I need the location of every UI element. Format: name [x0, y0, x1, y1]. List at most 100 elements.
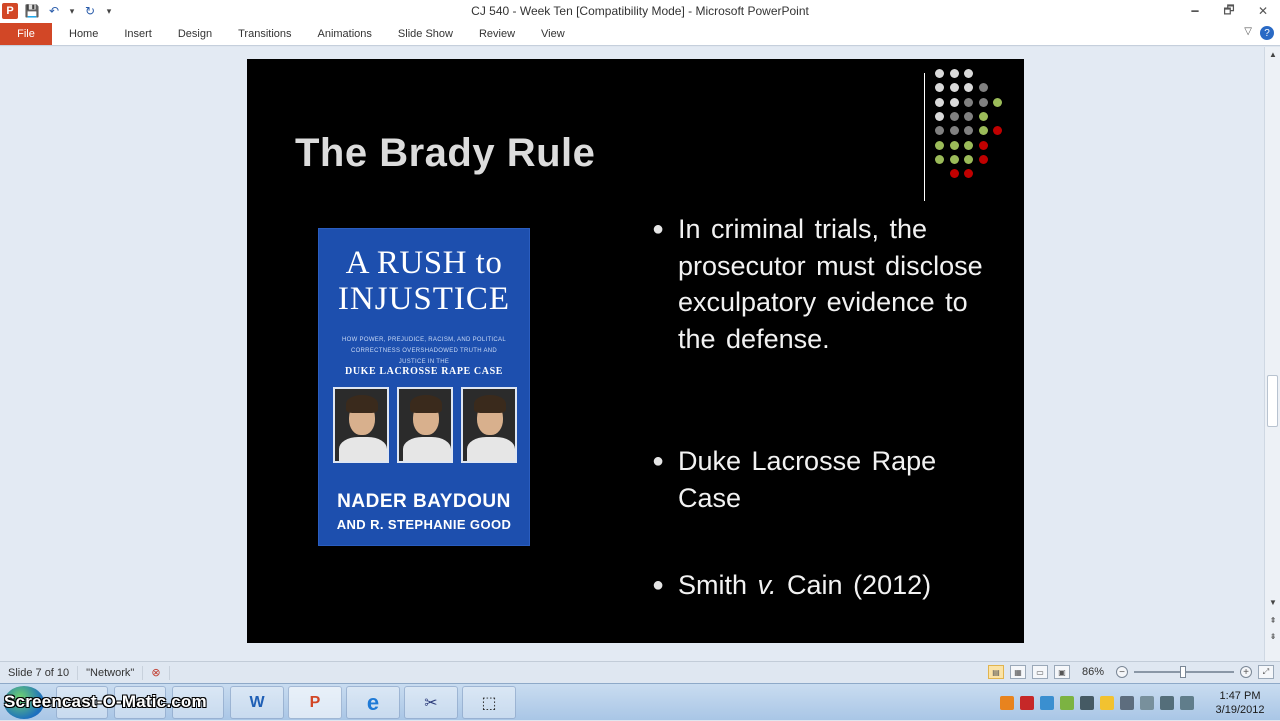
taskbar-word-button[interactable]: W	[230, 686, 284, 719]
decorative-dot	[949, 140, 959, 150]
decorative-dot	[964, 126, 973, 136]
decorative-dot	[935, 97, 944, 107]
powerpoint-app-icon[interactable]: P	[2, 3, 18, 19]
decorative-dot	[964, 111, 973, 121]
tray-signal-icon[interactable]	[1160, 695, 1174, 710]
tray-update-icon[interactable]	[1060, 695, 1074, 710]
tab-insert[interactable]: Insert	[111, 23, 165, 45]
theme-name: "Network"	[78, 665, 144, 680]
taskbar-snipping-tool-button[interactable]: ✂	[404, 686, 458, 719]
minimize-icon[interactable]: 🗕	[1178, 0, 1212, 22]
decorative-dot	[978, 111, 988, 121]
close-icon[interactable]: ✕	[1246, 0, 1280, 22]
bullet-text: Smith v. Cain (2012)	[678, 570, 932, 600]
decorative-dot	[978, 97, 988, 107]
scrollbar-thumb[interactable]	[1267, 375, 1278, 427]
fit-to-window-icon[interactable]: ⤢	[1258, 665, 1274, 679]
scroll-down-icon[interactable]: ▼	[1265, 595, 1280, 609]
system-tray: 1:47 PM 3/19/2012	[1000, 684, 1280, 721]
spellcheck-icon[interactable]: ⊗	[143, 665, 170, 680]
clock-time: 1:47 PM	[1219, 689, 1261, 702]
taskbar-clock[interactable]: 1:47 PM 3/19/2012	[1208, 689, 1272, 717]
tray-monitor-icon[interactable]	[1080, 695, 1094, 710]
zoom-in-icon[interactable]: +	[1240, 666, 1252, 678]
decorative-dot	[978, 126, 988, 136]
ribbon-tabs: File Home Insert Design Transitions Anim…	[0, 22, 1280, 46]
tray-adobe-icon[interactable]	[1020, 695, 1034, 710]
decorative-dot	[964, 154, 973, 164]
book-author-primary: NADER BAYDOUN	[337, 491, 511, 512]
decorative-dot	[964, 140, 973, 150]
next-slide-icon[interactable]: ⇟	[1265, 629, 1280, 643]
decorative-dot	[935, 126, 944, 136]
taskbar-capture-button[interactable]: ⬚	[462, 686, 516, 719]
quick-access-toolbar: P 💾 ↶ ▾ ↻ ▾	[0, 0, 114, 22]
collapse-ribbon-icon[interactable]: ▽	[1244, 26, 1252, 40]
tab-design[interactable]: Design	[165, 23, 225, 45]
decorative-dot	[964, 69, 973, 78]
tray-flag-icon[interactable]	[1120, 695, 1134, 710]
taskbar-internet-explorer-button[interactable]: e	[346, 686, 400, 719]
slide-title[interactable]: The Brady Rule	[295, 131, 595, 176]
book-subtitle: HOW POWER, PREJUDICE, RACISM, AND POLITI…	[342, 337, 506, 365]
decorative-dot	[964, 97, 973, 107]
tab-home[interactable]: Home	[56, 23, 111, 45]
tab-review[interactable]: Review	[466, 23, 528, 45]
zoom-out-icon[interactable]: −	[1116, 666, 1128, 678]
recording-watermark: Screencast-O-Matic.com	[4, 692, 207, 711]
book-title-line1: A RUSH to	[345, 245, 503, 281]
decorative-dot	[949, 97, 959, 107]
tab-animations[interactable]: Animations	[305, 23, 385, 45]
tab-transitions[interactable]: Transitions	[225, 23, 304, 45]
normal-view-icon[interactable]: ▤	[987, 665, 1004, 679]
status-bar: Slide 7 of 10 "Network" ⊗ ▤ ▦ ▭ ▣ 86% − …	[0, 661, 1280, 683]
zoom-slider-thumb[interactable]	[1180, 666, 1186, 678]
help-icon[interactable]: ?	[1260, 26, 1274, 40]
save-icon[interactable]: 💾	[24, 3, 40, 19]
decorative-dot	[935, 140, 944, 150]
tray-network-icon[interactable]	[1040, 695, 1054, 710]
previous-slide-icon[interactable]: ⇞	[1265, 613, 1280, 627]
portrait-photo	[397, 387, 453, 463]
taskbar-powerpoint-button[interactable]: P	[288, 686, 342, 719]
clock-date: 3/19/2012	[1215, 703, 1265, 716]
bullet-item[interactable]: ● In criminal trials, the prosecutor mus…	[651, 211, 991, 357]
reading-view-icon[interactable]: ▭	[1031, 665, 1048, 679]
zoom-level[interactable]: 86%	[1082, 666, 1104, 678]
undo-icon[interactable]: ↶	[46, 3, 62, 19]
bullet-item[interactable]: ● Duke Lacrosse Rape Case	[651, 443, 991, 516]
bullet-item[interactable]: ● Smith v. Cain (2012)	[651, 567, 991, 604]
decorative-dot	[978, 140, 988, 150]
restore-icon[interactable]: 🗗	[1212, 0, 1246, 22]
tray-app-icon[interactable]	[1000, 695, 1014, 710]
decorative-dot	[978, 83, 988, 93]
book-case-name: DUKE LACROSSE RAPE CASE	[345, 366, 503, 377]
tab-slide-show[interactable]: Slide Show	[385, 23, 466, 45]
customize-qat-icon[interactable]: ▾	[104, 3, 114, 19]
redo-icon[interactable]: ↻	[82, 3, 98, 19]
bullet-dot-icon: ●	[652, 218, 665, 240]
bullet-text: In criminal trials, the prosecutor must …	[678, 214, 983, 354]
scroll-up-icon[interactable]: ▲	[1265, 47, 1280, 61]
book-author-secondary: AND R. STEPHANIE GOOD	[336, 517, 512, 532]
decorative-dot	[949, 111, 959, 121]
tray-battery-icon[interactable]	[1140, 695, 1154, 710]
decorative-dot	[978, 154, 988, 164]
book-cover-image[interactable]: A RUSH to INJUSTICE HOW POWER, PREJUDICE…	[318, 228, 530, 546]
tray-volume-icon[interactable]	[1180, 695, 1194, 710]
decorative-dot	[935, 69, 944, 78]
bullet-text: Duke Lacrosse Rape Case	[678, 446, 937, 513]
slide-show-view-icon[interactable]: ▣	[1053, 665, 1070, 679]
decorative-dot	[964, 169, 973, 179]
tab-file[interactable]: File	[0, 22, 52, 45]
slide-sorter-icon[interactable]: ▦	[1009, 665, 1026, 679]
tray-shield-icon[interactable]	[1100, 695, 1114, 710]
decorative-dot	[993, 97, 1002, 107]
tab-view[interactable]: View	[528, 23, 578, 45]
window-title: CJ 540 - Week Ten [Compatibility Mode] -…	[471, 4, 809, 18]
zoom-slider[interactable]	[1134, 666, 1234, 678]
slide-canvas[interactable]: The Brady Rule A RUSH to INJUSTICE HOW P…	[247, 59, 1024, 643]
undo-dropdown-icon[interactable]: ▾	[68, 3, 76, 19]
decorative-dot	[935, 111, 944, 121]
vertical-scrollbar[interactable]: ▲ ▼ ⇞ ⇟	[1264, 47, 1280, 661]
